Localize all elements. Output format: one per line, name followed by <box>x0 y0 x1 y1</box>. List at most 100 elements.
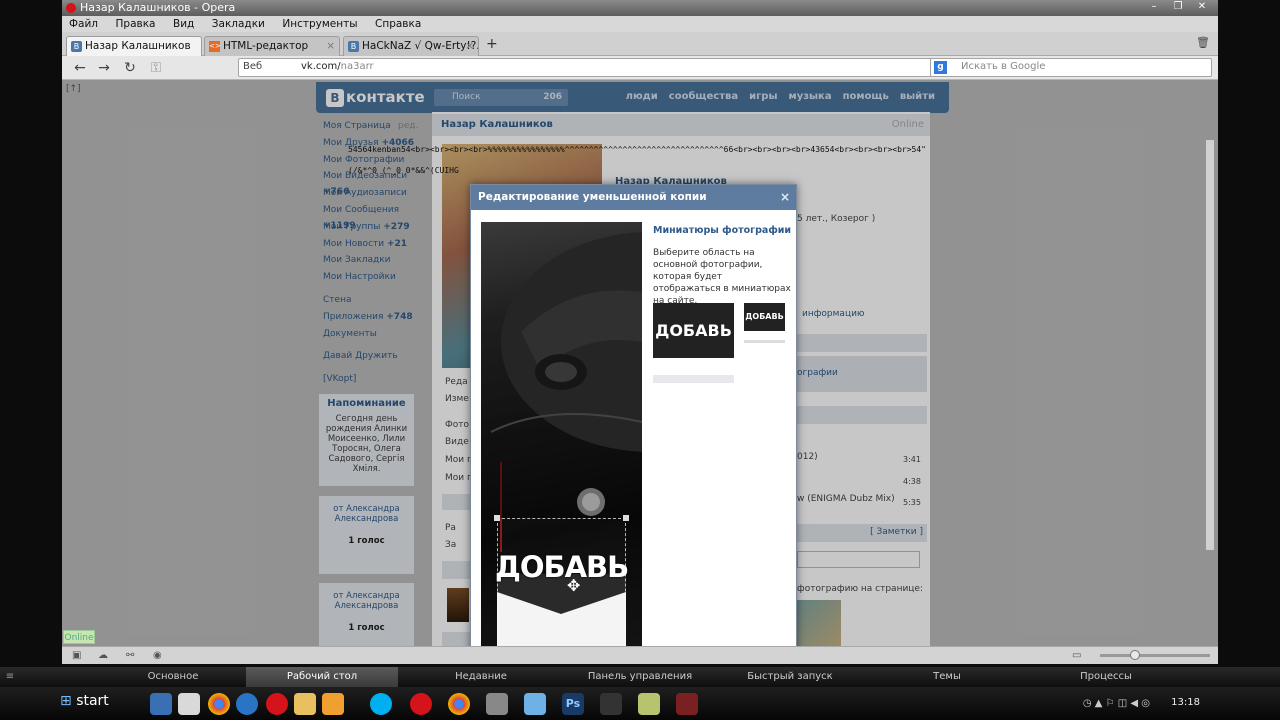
crop-selection-box[interactable] <box>497 518 626 646</box>
menu-icon[interactable]: ≡ <box>0 667 20 687</box>
windows-taskbar: ⊞ start Ps ◷ ▲ ⚐ ◫ ◀ ◎ 13:18 <box>0 687 1280 720</box>
menu-bookmarks[interactable]: Закладки <box>205 16 272 32</box>
window-titlebar: Назар Калашников - Opera – ❐ ✕ <box>62 0 1218 16</box>
desktop-tab[interactable]: Темы <box>862 667 1032 687</box>
address-scope: Веб <box>243 61 263 72</box>
forward-button[interactable]: → <box>94 59 114 77</box>
desktop-tab[interactable]: Быстрый запуск <box>718 667 862 687</box>
window-title: Назар Калашников - Opera <box>80 1 236 14</box>
tab-hacknaz[interactable]: В HaCkNaZ √ Qw-Erty!?... × <box>343 36 479 56</box>
share-icon[interactable]: ⚯ <box>126 650 138 661</box>
close-window-button[interactable]: ✕ <box>1190 0 1214 14</box>
address-field[interactable]: Веб vk.com/na3arr ★ <box>238 58 984 77</box>
close-tab-icon[interactable]: × <box>465 37 474 55</box>
search-field[interactable]: g Искать в Google <box>930 58 1212 77</box>
cloud-icon[interactable]: ☁ <box>98 650 110 661</box>
media-player-icon[interactable] <box>322 693 344 715</box>
photoshop-icon[interactable]: Ps <box>562 693 584 715</box>
crop-mask-right <box>626 222 642 646</box>
desktop-tab[interactable]: Процессы <box>1032 667 1180 687</box>
opera-icon[interactable] <box>410 693 432 715</box>
menu-tools[interactable]: Инструменты <box>275 16 364 32</box>
menu-help[interactable]: Справка <box>368 16 428 32</box>
html-favicon-icon: <> <box>209 41 221 52</box>
app-icon[interactable] <box>676 693 698 715</box>
online-indicator: Online <box>63 630 95 644</box>
maximize-button[interactable]: ❐ <box>1166 0 1190 14</box>
thumbnail-preview-large: ДОБАВЬ <box>653 303 734 358</box>
thumb-caption: ДОБАВЬ <box>745 312 784 321</box>
desktop-tab[interactable]: Недавние <box>400 667 562 687</box>
crop-handle[interactable] <box>623 515 629 521</box>
opera-icon[interactable] <box>266 693 288 715</box>
thumbnail-edit-dialog: Редактирование уменьшенной копии × ДОБАВ… <box>470 184 797 646</box>
tab-vk-profile[interactable]: В Назар Калашников <box>66 36 202 56</box>
thumb-divider <box>653 375 734 383</box>
trash-icon[interactable]: 🗑 <box>1196 36 1210 49</box>
show-desktop-icon[interactable] <box>150 693 172 715</box>
explorer-icon[interactable] <box>178 693 200 715</box>
tab-label: HTML-редактор <box>223 40 309 52</box>
chrome-icon[interactable] <box>208 693 230 715</box>
crop-mask-top <box>497 222 626 518</box>
crop-handle[interactable] <box>494 515 500 521</box>
menu-view[interactable]: Вид <box>166 16 201 32</box>
reload-button[interactable]: ↻ <box>120 59 140 77</box>
dialog-header: Редактирование уменьшенной копии × <box>471 185 796 210</box>
address-url: vk.com/na3arr <box>301 61 374 72</box>
desktop-tab-bar: ≡ Основное Рабочий стол Недавние Панель … <box>0 667 1280 687</box>
thumbnails-description: Выберите область на основной фотографии,… <box>653 248 791 306</box>
back-button[interactable]: ← <box>70 59 90 77</box>
dialog-close-button[interactable]: × <box>780 185 790 210</box>
opera-logo-icon <box>66 3 76 13</box>
thumb-caption: ДОБАВЬ <box>655 321 732 340</box>
windows-logo-icon: ⊞ <box>60 693 72 709</box>
zoom-slider-knob[interactable] <box>1130 650 1140 660</box>
tray-icons[interactable]: ◷ ▲ ⚐ ◫ ◀ ◎ <box>1083 698 1150 709</box>
thumbnails-title: Миниатюры фотографии <box>653 225 792 236</box>
panel-toggle-icon[interactable]: ▣ <box>72 650 84 661</box>
tab-label: Назар Калашников <box>85 40 191 52</box>
desktop-tab[interactable]: Основное <box>100 667 246 687</box>
navigation-bar: ← → ↻ ⚿ Веб vk.com/na3arr ★ g Искать в G… <box>62 56 1218 80</box>
google-icon: g <box>934 61 947 74</box>
menu-bar: Файл Правка Вид Закладки Инструменты Спр… <box>62 16 1218 32</box>
speed-dial-icon[interactable]: ◉ <box>153 650 165 661</box>
page-scrollbar[interactable] <box>1206 140 1214 550</box>
new-tab-button[interactable]: + <box>486 36 498 52</box>
folder-icon[interactable] <box>294 693 316 715</box>
app-icon[interactable] <box>524 693 546 715</box>
app-icon[interactable] <box>486 693 508 715</box>
vk-favicon-icon: В <box>348 41 359 52</box>
camera-icon[interactable] <box>600 693 622 715</box>
skype-icon[interactable] <box>370 693 392 715</box>
menu-file[interactable]: Файл <box>62 16 105 32</box>
crop-source-photo[interactable]: ДОБАВЬ ✥ <box>481 222 642 646</box>
start-label: start <box>76 693 109 709</box>
internet-explorer-icon[interactable] <box>236 693 258 715</box>
search-placeholder: Искать в Google <box>961 61 1046 72</box>
tab-html-editor[interactable]: <> HTML-редактор × <box>204 36 340 56</box>
url-path: na3arr <box>340 61 374 72</box>
view-icon[interactable]: ▭ <box>1072 650 1084 661</box>
desktop-tab[interactable]: Панель управления <box>562 667 718 687</box>
zoom-slider[interactable] <box>1100 650 1210 660</box>
thumb-divider <box>744 340 785 343</box>
page-viewport: [↑] Вконтакте Поиск 206 люди сообщества иг… <box>62 80 1218 646</box>
minimize-button[interactable]: – <box>1142 0 1166 14</box>
thumbnail-preview-small: ДОБАВЬ <box>744 303 785 331</box>
clock[interactable]: 13:18 <box>1171 697 1200 708</box>
tab-bar: В Назар Калашников <> HTML-редактор × В … <box>62 32 1218 56</box>
browser-status-bar: ▣ ☁ ⚯ ◉ ▭ <box>62 646 1218 664</box>
notes-app-icon[interactable] <box>638 693 660 715</box>
chrome-icon[interactable] <box>448 693 470 715</box>
dialog-title: Редактирование уменьшенной копии <box>478 191 707 203</box>
vk-favicon-icon: В <box>71 41 82 52</box>
move-cursor-icon: ✥ <box>567 576 581 595</box>
close-tab-icon[interactable]: × <box>326 37 335 55</box>
menu-edit[interactable]: Правка <box>109 16 163 32</box>
key-icon[interactable]: ⚿ <box>146 59 166 77</box>
url-host: vk.com/ <box>301 61 341 72</box>
desktop-tab-active[interactable]: Рабочий стол <box>246 667 398 687</box>
start-button[interactable]: ⊞ start <box>60 693 109 709</box>
